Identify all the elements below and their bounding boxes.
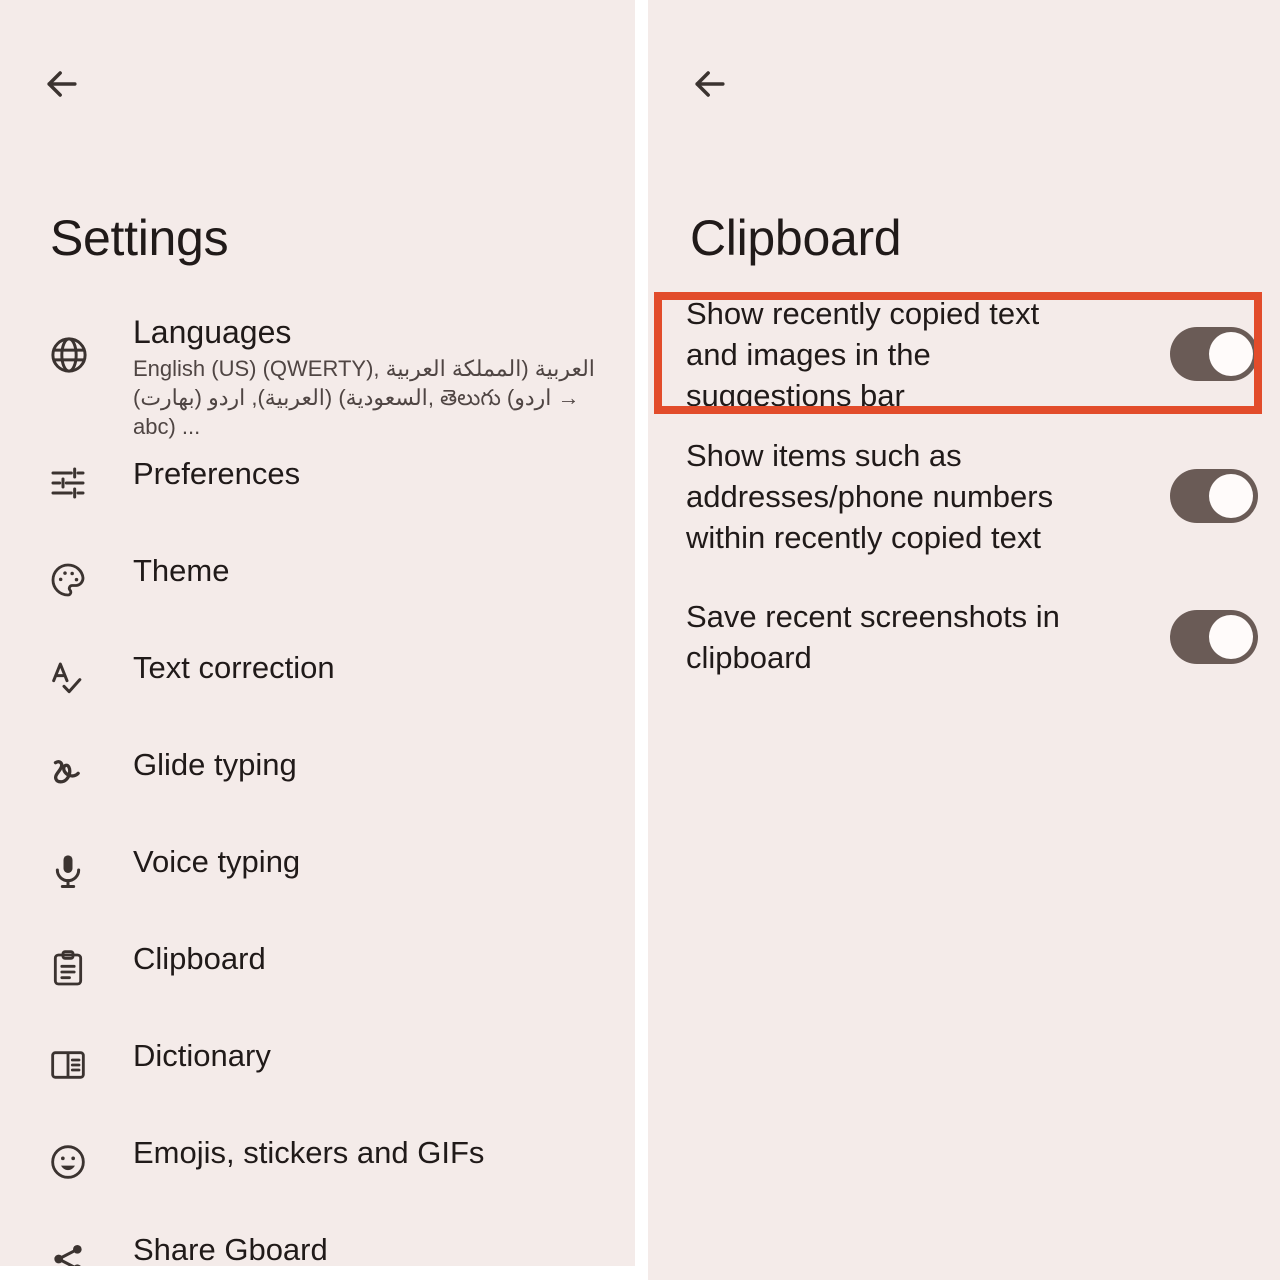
clipboard-toggle-list: Show recently copied text and images in … [648, 292, 1280, 698]
sidebar-item-preferences[interactable]: Preferences [0, 441, 635, 538]
sidebar-item-label: Preferences [133, 456, 301, 491]
toggle-thumb [1209, 332, 1253, 376]
sidebar-item-clipboard[interactable]: Clipboard [0, 926, 635, 1023]
spellcheck-icon [48, 657, 100, 697]
clipboard-icon [48, 948, 100, 988]
setting-row-save-screenshots[interactable]: Save recent screenshots in clipboard [648, 576, 1280, 698]
setting-row-show-recently-copied[interactable]: Show recently copied text and images in … [648, 292, 1280, 416]
microphone-icon [48, 851, 100, 891]
sidebar-item-label: Clipboard [133, 941, 266, 976]
settings-list: Languages English (US) (QWERTY), العربية… [0, 300, 635, 1280]
sidebar-item-label: Glide typing [133, 747, 297, 782]
dictionary-book-icon [48, 1045, 100, 1085]
toggle-show-recently-copied[interactable] [1170, 327, 1258, 381]
sidebar-item-label: Voice typing [133, 844, 301, 879]
settings-panel: Settings Languages English (US) (QWERTY)… [0, 0, 635, 1280]
tune-sliders-icon [48, 463, 100, 503]
toggle-thumb [1209, 474, 1253, 518]
page-title: Clipboard [690, 210, 902, 266]
sidebar-item-voice-typing[interactable]: Voice typing [0, 829, 635, 926]
toggle-show-items-addresses[interactable] [1170, 469, 1258, 523]
panel-divider [635, 0, 648, 1280]
globe-icon [48, 334, 100, 376]
sidebar-item-dictionary[interactable]: Dictionary [0, 1023, 635, 1120]
sidebar-item-sublabel: English (US) (QWERTY), العربية (المملكة … [133, 356, 595, 439]
sidebar-item-glide-typing[interactable]: Glide typing [0, 732, 635, 829]
clipboard-panel: Clipboard Show recently copied text and … [648, 0, 1280, 1280]
sidebar-item-emojis[interactable]: Emojis, stickers and GIFs [0, 1120, 635, 1217]
glide-squiggle-icon [48, 754, 100, 794]
setting-row-show-items-addresses[interactable]: Show items such as addresses/phone numbe… [648, 416, 1280, 576]
sidebar-item-text-correction[interactable]: Text correction [0, 635, 635, 732]
emoji-smiley-icon [48, 1142, 100, 1182]
sidebar-item-theme[interactable]: Theme [0, 538, 635, 635]
palette-icon [48, 560, 100, 600]
setting-label: Show recently copied text and images in … [686, 295, 1040, 413]
back-arrow-icon [688, 62, 732, 106]
sidebar-item-label: Languages [133, 314, 292, 350]
sidebar-item-languages[interactable]: Languages English (US) (QWERTY), العربية… [0, 300, 635, 441]
toggle-save-screenshots[interactable] [1170, 610, 1258, 664]
sidebar-item-label: Emojis, stickers and GIFs [133, 1135, 485, 1170]
sidebar-item-label: Theme [133, 553, 230, 588]
page-title: Settings [50, 210, 229, 266]
setting-label: Show items such as addresses/phone numbe… [686, 437, 1054, 555]
screenshot-bottom-crop [0, 1266, 635, 1280]
toggle-thumb [1209, 615, 1253, 659]
setting-label: Save recent screenshots in clipboard [686, 599, 1060, 675]
screenshot-root: Settings Languages English (US) (QWERTY)… [0, 0, 1280, 1280]
back-button[interactable] [36, 58, 88, 110]
back-button[interactable] [684, 58, 736, 110]
back-arrow-icon [40, 62, 84, 106]
sidebar-item-label: Share Gboard [133, 1232, 328, 1267]
sidebar-item-label: Text correction [133, 650, 335, 685]
sidebar-item-label: Dictionary [133, 1038, 271, 1073]
